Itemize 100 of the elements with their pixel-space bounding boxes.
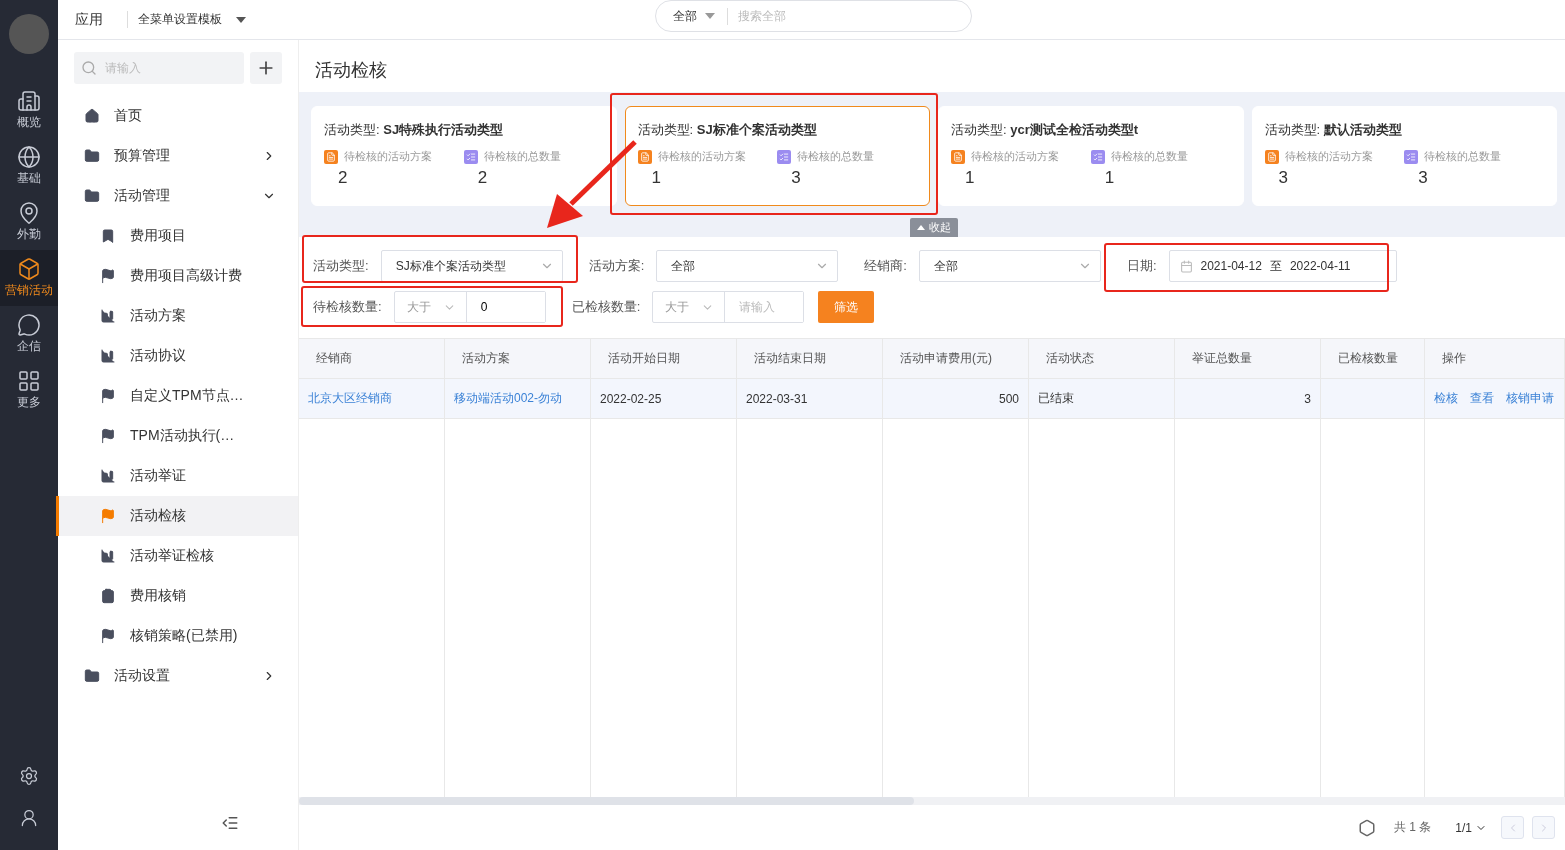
stat-value: 3 (1277, 168, 1289, 188)
filter-label: 活动方案: (587, 257, 645, 275)
stat-label: 待检核的总数量 (1424, 149, 1502, 164)
table-cell: 500 (883, 379, 1029, 419)
rail-item[interactable]: 概览 (0, 82, 58, 138)
menu-item[interactable]: 活动方案 (56, 296, 298, 336)
menu-item[interactable]: 活动协议 (56, 336, 298, 376)
scope-dropdown[interactable]: 全部 (673, 7, 728, 25)
page-title: 活动检核 (314, 59, 388, 82)
menu-item[interactable]: 费用项目 (56, 216, 298, 256)
settings-icon[interactable] (1357, 818, 1376, 837)
select-field[interactable]: SJ标准个案活动类型 (380, 250, 563, 282)
chart-icon (100, 308, 116, 324)
list-icon (463, 149, 478, 164)
table-link[interactable]: 北京大区经销商 (308, 390, 392, 407)
table-link[interactable]: 移动端活动002-勿动 (454, 390, 563, 407)
summary-card[interactable]: 活动类型: SJ标准个案活动类型 待检核的活动方案 1 待检核的总数量 3 (624, 106, 930, 206)
flag-icon (100, 508, 116, 524)
stat-value: 1 (1103, 168, 1116, 188)
chart-icon (100, 348, 116, 364)
column-header: 活动申请费用(元) (883, 339, 1029, 379)
page-select[interactable]: 1/1 (1449, 819, 1493, 836)
rail-item[interactable]: 外勤 (0, 194, 58, 250)
rail-item[interactable]: 基础 (0, 138, 58, 194)
card-title: 活动类型: SJ特殊执行活动类型 (324, 121, 505, 139)
table-cell: 2022-02-25 (591, 379, 737, 419)
caret-up-icon (917, 225, 925, 230)
number-filter-field[interactable]: 大于 0 (393, 291, 546, 323)
menu-item[interactable]: 费用项目高级计费 (56, 256, 298, 296)
column-header: 经销商 (299, 339, 445, 379)
summary-card[interactable]: 活动类型: ycr测试全检活动类型t 待检核的活动方案 1 待检核的总数量 1 (938, 106, 1244, 206)
menu-item[interactable]: 活动检核 (56, 496, 298, 536)
card-title: 活动类型: SJ标准个案活动类型 (637, 121, 818, 139)
rail-icon (17, 89, 41, 113)
flag-icon (100, 268, 116, 284)
filter-label: 待检核数量: (312, 298, 382, 316)
chart-icon (100, 548, 116, 564)
menu-item[interactable]: 自定义TPM节点… (56, 376, 298, 416)
menu-item[interactable]: 活动举证检核 (56, 536, 298, 576)
settings-icon[interactable] (19, 766, 39, 786)
rail-item[interactable]: 企信 (0, 306, 58, 362)
menu-item[interactable]: 活动举证 (56, 456, 298, 496)
stat-label: 待检核的活动方案 (344, 149, 432, 164)
stat-value: 1 (964, 168, 976, 188)
column-header: 举证总数量 (1175, 339, 1321, 379)
column-header: 操作 (1425, 339, 1565, 379)
table-cell: 3 (1175, 379, 1321, 419)
filter-label: 活动类型: (312, 257, 369, 275)
chart-icon (100, 468, 116, 484)
folder-icon (84, 148, 100, 164)
column-header: 已检核数量 (1321, 339, 1425, 379)
document-icon (951, 149, 965, 164)
menu-item[interactable]: 核销策略(已禁用) (56, 616, 298, 656)
select-field[interactable]: 全部 (918, 250, 1101, 282)
filter-label: 已检核数量: (570, 298, 641, 316)
action-link[interactable]: 查看 (1470, 390, 1494, 407)
list-icon (777, 149, 792, 164)
document-icon (637, 149, 652, 164)
home-icon (84, 108, 100, 124)
rail-icon (17, 201, 41, 225)
caret-icon (705, 13, 715, 19)
menu-item[interactable]: 预算管理 (56, 136, 298, 176)
user-list-icon[interactable] (19, 808, 39, 828)
total-count: 共 1 条 (1393, 819, 1432, 836)
rail-item[interactable]: 营销活动 (0, 250, 58, 306)
add-button[interactable] (250, 52, 282, 84)
column-header: 活动结束日期 (737, 339, 883, 379)
bookmark-icon (100, 228, 116, 244)
menu-item[interactable]: TPM活动执行(… (56, 416, 298, 456)
stat-label: 待检核的总数量 (797, 149, 875, 164)
column-header: 活动状态 (1029, 339, 1175, 379)
flag-icon (100, 428, 116, 444)
app-label[interactable]: 应用 (75, 10, 103, 29)
select-field[interactable]: 全部 (656, 250, 839, 282)
card-title: 活动类型: ycr测试全检活动类型t (951, 121, 1140, 139)
rail-icon (17, 369, 41, 393)
stat-value: 3 (790, 168, 802, 188)
summary-card[interactable]: 活动类型: SJ特殊执行活动类型 待检核的活动方案 2 待检核的总数量 2 (311, 106, 617, 206)
stat-value: 2 (476, 168, 489, 188)
filter-label: 日期: (1125, 257, 1157, 275)
action-link[interactable]: 检核 (1434, 390, 1458, 407)
stat-value: 2 (337, 168, 349, 188)
menu-item[interactable]: 活动管理 (56, 176, 298, 216)
column-header: 活动开始日期 (591, 339, 737, 379)
menu-item[interactable]: 费用核销 (56, 576, 298, 616)
menu-item[interactable]: 活动设置 (56, 656, 298, 696)
date-range-field[interactable]: 2021-04-12 至 2022-04-11 (1168, 250, 1397, 282)
calendar-icon (1179, 259, 1193, 273)
summary-card[interactable]: 活动类型: 默认活动类型 待检核的活动方案 3 待检核的总数量 3 (1251, 106, 1557, 206)
rail-item[interactable]: 更多 (0, 362, 58, 418)
action-link[interactable]: 核销申请 (1506, 390, 1554, 407)
folder-icon (84, 668, 100, 684)
template-dropdown[interactable]: 全菜单设置模板 (127, 11, 246, 28)
rail-icon (17, 145, 41, 169)
search-icon (81, 60, 97, 76)
flag-icon (100, 388, 116, 404)
collapse-menu-icon[interactable] (221, 814, 239, 832)
filter-label: 经销商: (863, 257, 907, 275)
menu-item[interactable]: 首页 (56, 96, 298, 136)
scrollbar-thumb[interactable] (299, 797, 914, 805)
